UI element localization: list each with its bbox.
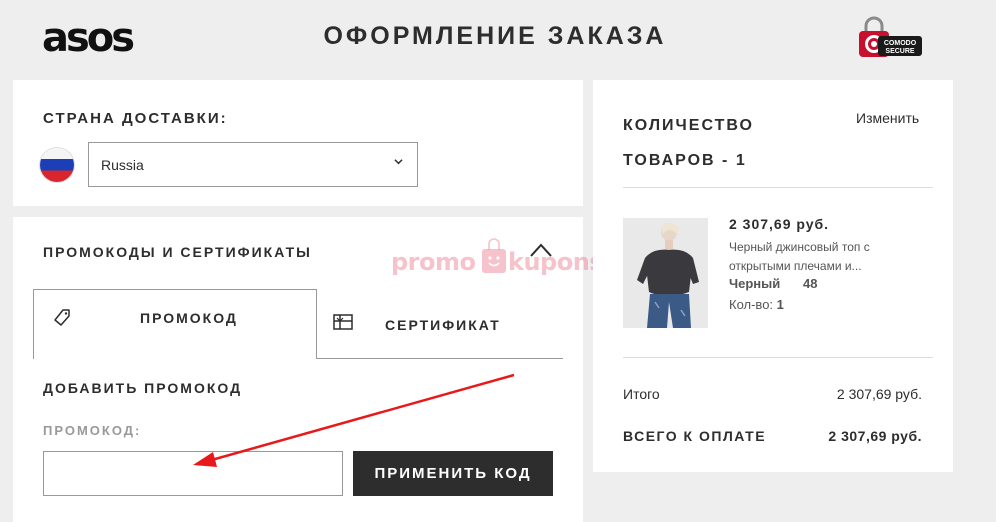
russia-flag-icon [40,148,74,182]
quantity-value: 1 [776,297,784,312]
comodo-secure-badge[interactable]: COMODO SECURE [856,16,924,58]
subtotal-label: Итого [623,386,660,402]
product-size: 48 [803,276,818,291]
product-description[interactable]: Черный джинсовый топ с открытыми плечами… [729,238,929,276]
product-quantity: Кол-во: 1 [729,297,784,312]
edit-link[interactable]: Изменить [856,110,919,126]
tab-promocode-label: ПРОМОКОД [140,310,238,326]
chevron-down-icon [394,159,403,165]
tag-icon [54,309,70,326]
product-image[interactable] [623,218,708,328]
badge-line-1: COMODO [884,40,917,47]
summary-divider-bottom [623,357,933,358]
delivery-country-panel: СТРАНА ДОСТАВКИ: Russia [13,80,583,206]
badge-line-2: SECURE [885,48,915,55]
delivery-country-title: СТРАНА ДОСТАВКИ: [43,110,228,127]
quantity-label: Кол-во: [729,297,774,312]
product-color: Черный [729,276,781,291]
promocode-field-label: ПРОМОКОД: [43,423,142,438]
total-label: ВСЕГО К ОПЛАТЕ [623,428,767,444]
promo-section-title: ПРОМОКОДЫ И СЕРТИФИКАТЫ [43,244,312,260]
order-summary-panel: КОЛИЧЕСТВО ТОВАРОВ - 1 Изменить 2 307,69… [593,80,953,472]
tab-promocode[interactable]: ПРОМОКОД [33,289,317,359]
add-promocode-title: ДОБАВИТЬ ПРОМОКОД [43,380,243,396]
tab-certificate-label: СЕРТИФИКАТ [385,317,501,333]
summary-divider-top [623,187,933,188]
gift-card-icon [333,314,353,330]
page-title: ОФОРМЛЕНИЕ ЗАКАЗА [323,22,667,50]
product-photo-figure [623,218,708,328]
promocode-input[interactable] [43,451,343,496]
items-count-title: КОЛИЧЕСТВО ТОВАРОВ - 1 [623,117,754,169]
chevron-up-icon[interactable] [529,242,553,258]
product-price: 2 307,69 руб. [729,216,830,232]
checkout-header: asos ОФОРМЛЕНИЕ ЗАКАЗА COMODO SECURE [0,0,996,80]
subtotal-value: 2 307,69 руб. [836,386,922,402]
apply-code-button[interactable]: ПРИМЕНИТЬ КОД [353,451,553,496]
total-value: 2 307,69 руб. [828,428,922,444]
tab-certificate[interactable]: СЕРТИФИКАТ [317,289,563,359]
country-select[interactable]: Russia [88,142,418,187]
country-select-value: Russia [101,157,144,173]
promo-panel: ПРОМОКОДЫ И СЕРТИФИКАТЫ ПРОМОКОД СЕРТИФИ… [13,217,583,522]
